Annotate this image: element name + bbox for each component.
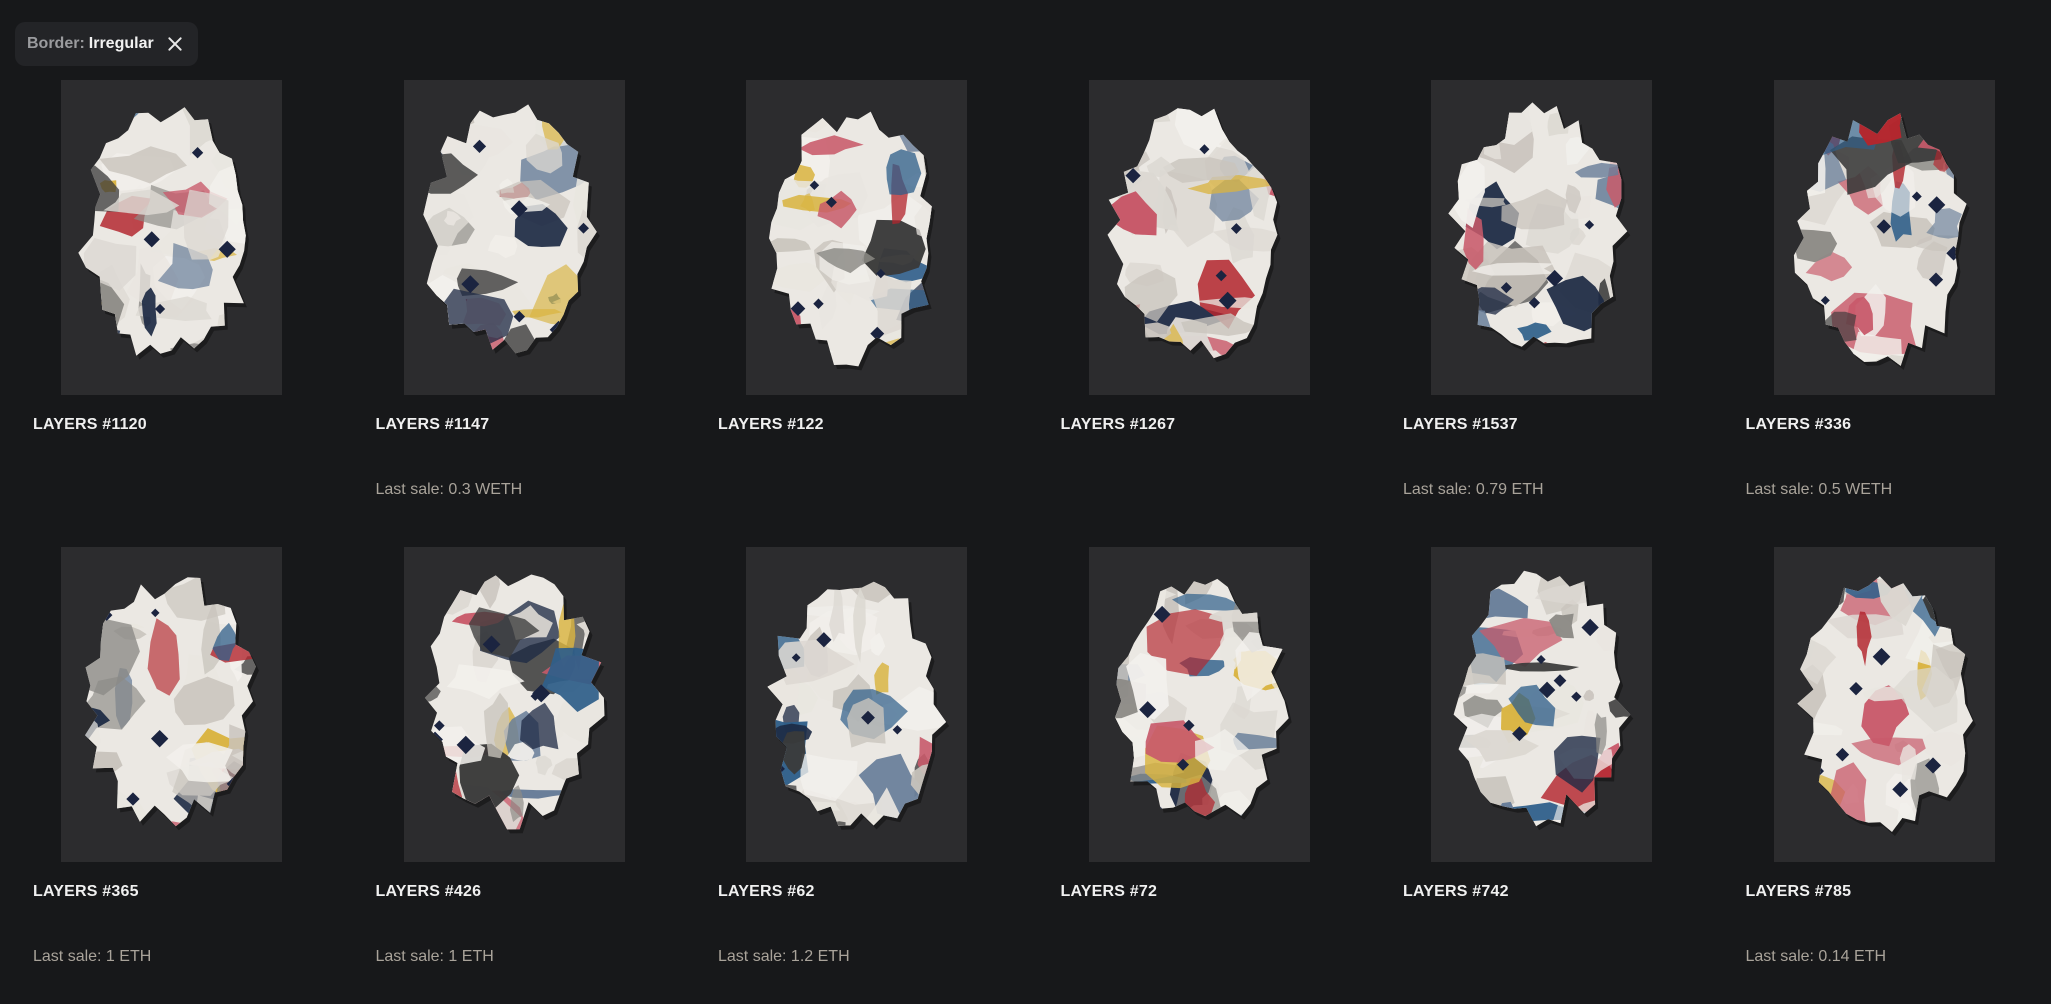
nft-artwork-image [404,547,625,862]
nft-artwork-image [746,80,967,395]
nft-card[interactable]: LAYERS #1537 Last sale: 0.79 ETH [1370,70,1713,537]
last-sale: Last sale: 0.5 WETH [1746,481,1893,499]
last-sale: Last sale: 1 ETH [376,948,494,966]
nft-artwork-image [61,547,282,862]
nft-name: LAYERS #742 [1403,883,1509,901]
filter-value-label: Irregular [89,35,154,53]
nft-name: LAYERS #1147 [376,416,490,434]
nft-card[interactable]: LAYERS #122 [685,70,1028,537]
close-icon[interactable] [166,35,184,53]
filter-key-label: Border: [27,35,85,53]
last-sale: Last sale: 1 ETH [33,948,151,966]
nft-card[interactable]: LAYERS #1267 [1028,70,1371,537]
nft-artwork-image [1431,80,1652,395]
nft-artwork-image [1774,547,1995,862]
nft-name: LAYERS #72 [1061,883,1158,901]
nft-artwork-image [61,80,282,395]
nft-artwork-image [404,80,625,395]
nft-artwork-image [1774,80,1995,395]
nft-name: LAYERS #1537 [1403,416,1518,434]
nft-card[interactable]: LAYERS #365 Last sale: 1 ETH [0,537,343,1004]
nft-name: LAYERS #62 [718,883,815,901]
nft-name: LAYERS #365 [33,883,139,901]
nft-name: LAYERS #785 [1746,883,1852,901]
nft-artwork-image [1431,547,1652,862]
nft-card[interactable]: LAYERS #1147 Last sale: 0.3 WETH [343,70,686,537]
nft-name: LAYERS #426 [376,883,482,901]
nft-card[interactable]: LAYERS #72 [1028,537,1371,1004]
last-sale: Last sale: 0.79 ETH [1403,481,1544,499]
nft-card[interactable]: LAYERS #426 Last sale: 1 ETH [343,537,686,1004]
nft-grid: LAYERS #1120 LAYERS #1147 Last sale: 0.3… [0,70,2051,1004]
nft-card[interactable]: LAYERS #785 Last sale: 0.14 ETH [1713,537,2051,1004]
nft-card[interactable]: LAYERS #62 Last sale: 1.2 ETH [685,537,1028,1004]
last-sale: Last sale: 0.3 WETH [376,481,523,499]
nft-name: LAYERS #336 [1746,416,1852,434]
nft-artwork-image [746,547,967,862]
nft-artwork-image [1089,547,1310,862]
nft-name: LAYERS #1120 [33,416,147,434]
last-sale: Last sale: 1.2 ETH [718,948,850,966]
nft-card[interactable]: LAYERS #1120 [0,70,343,537]
nft-card[interactable]: LAYERS #336 Last sale: 0.5 WETH [1713,70,2051,537]
nft-name: LAYERS #122 [718,416,824,434]
last-sale: Last sale: 0.14 ETH [1746,948,1887,966]
nft-artwork-image [1089,80,1310,395]
nft-name: LAYERS #1267 [1061,416,1176,434]
nft-card[interactable]: LAYERS #742 [1370,537,1713,1004]
filter-chip[interactable]: Border: Irregular [15,22,198,66]
